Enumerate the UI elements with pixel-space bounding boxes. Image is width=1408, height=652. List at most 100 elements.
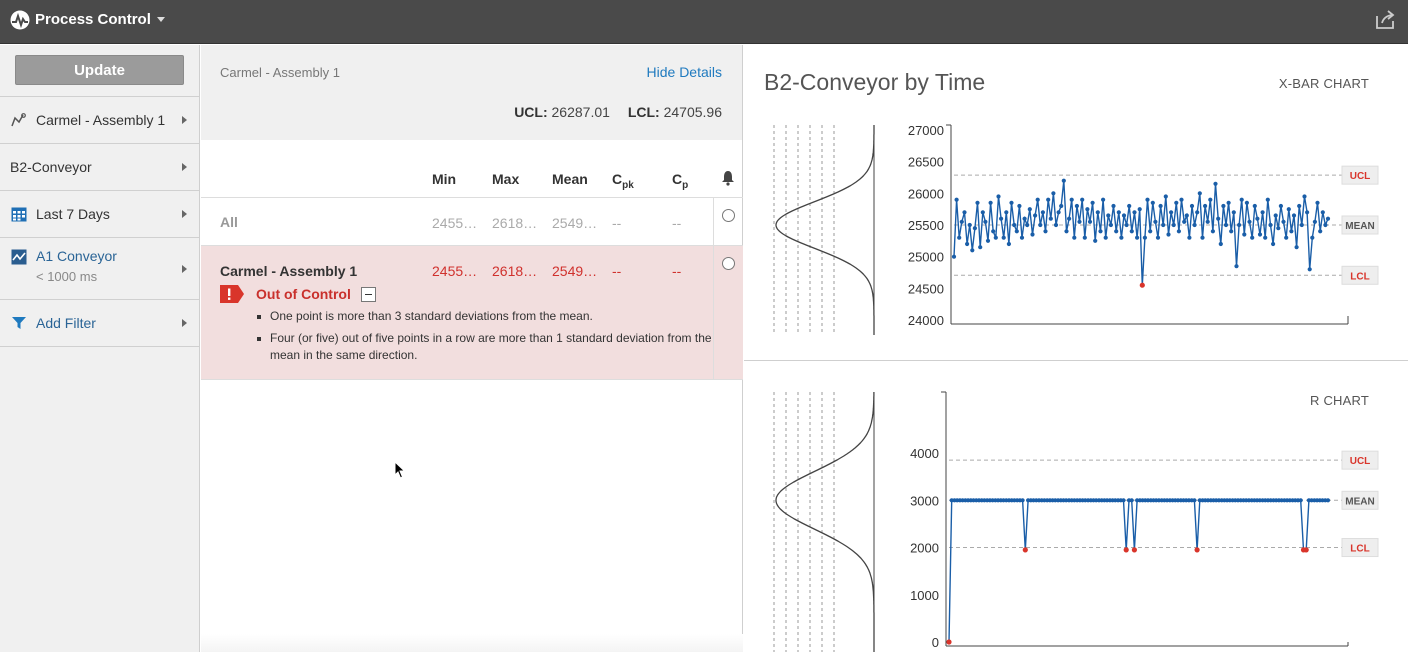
alert-radio[interactable] [722, 257, 735, 270]
status-text: Out of Control [256, 286, 351, 302]
cpk-label: C [612, 171, 623, 187]
column-header-cpk[interactable]: Cpk [612, 171, 634, 191]
ucl-value: 26287.01 [551, 104, 610, 120]
collapse-button[interactable] [360, 286, 376, 302]
data-point [1223, 222, 1229, 228]
control-charts[interactable]: 24000 24500 25000 25500 26000 26500 27000 UCL ME… [744, 45, 1408, 652]
alert-radio[interactable] [722, 209, 735, 222]
distribution-curve [775, 392, 875, 652]
column-header-max[interactable]: Max [492, 171, 519, 187]
data-point [1114, 229, 1119, 234]
table-row-out-of-control[interactable]: Carmel - Assembly 1 2455… 2618… 2549… --… [201, 246, 743, 380]
sidebar-item-metric[interactable]: A1 Conveyor < 1000 ms [0, 238, 199, 300]
violation-point [946, 639, 952, 645]
data-point [1216, 216, 1221, 221]
table-row[interactable]: All 2455… 2618… 2549… -- -- [201, 198, 743, 246]
data-point [1239, 197, 1244, 202]
y-tick-label: 0 [932, 635, 939, 650]
sidebar-item-text: A1 Conveyor < 1000 ms [36, 248, 117, 284]
data-point [1325, 216, 1331, 221]
data-point [996, 194, 1001, 199]
top-bar: Process Control [0, 0, 1408, 44]
data-point [983, 219, 988, 224]
data-point [1038, 222, 1043, 228]
data-point [965, 241, 970, 247]
sidebar-item-assembly[interactable]: Carmel - Assembly 1 [0, 97, 199, 144]
data-point [1064, 229, 1069, 234]
y-tick-label: 26500 [908, 155, 944, 170]
data-point [1294, 245, 1299, 250]
data-point [1278, 203, 1283, 209]
data-point [1119, 235, 1124, 240]
data-point [1101, 197, 1106, 202]
data-point [1179, 197, 1184, 202]
data-point [1284, 235, 1289, 240]
y-tick-label: 25000 [908, 250, 944, 265]
data-point [1043, 229, 1048, 234]
data-point [978, 245, 983, 250]
data-point [1289, 229, 1294, 234]
data-point [967, 222, 972, 228]
data-point [1103, 235, 1108, 240]
data-point [1082, 235, 1087, 240]
control-limits: UCL: 26287.01 LCL: 24705.96 [514, 104, 722, 120]
column-header-min[interactable]: Min [432, 171, 456, 187]
data-point [954, 197, 959, 202]
data-point [1166, 232, 1171, 237]
data-point [1014, 229, 1019, 234]
data-point [1325, 498, 1331, 503]
sidebar-item-conveyor[interactable]: B2-Conveyor [0, 144, 199, 191]
data-point [1150, 200, 1155, 205]
list-item: One point is more than 3 standard deviat… [255, 308, 715, 325]
series-line [948, 499, 1328, 643]
sidebar-item-date-range[interactable]: Last 7 Days [0, 191, 199, 238]
data-point [1087, 219, 1093, 224]
sidebar-item-label: A1 Conveyor [36, 248, 117, 264]
ucl-label: UCL: [514, 104, 548, 120]
data-point [1121, 498, 1126, 503]
data-point [1022, 216, 1027, 221]
data-point [1203, 203, 1208, 209]
data-point [1281, 219, 1286, 224]
export-icon[interactable] [1374, 9, 1396, 31]
data-point [1111, 203, 1116, 209]
panel-footer [201, 634, 743, 652]
sidebar-item-label: Last 7 Days [36, 206, 110, 222]
column-header-mean[interactable]: Mean [552, 171, 588, 187]
hide-details-link[interactable]: Hide Details [647, 64, 722, 80]
data-point [957, 235, 962, 240]
data-point [1291, 213, 1297, 218]
cpk-subscript: pk [622, 179, 634, 191]
y-tick-label: 27000 [908, 123, 944, 138]
ucl-tag: UCL [1350, 171, 1371, 182]
bell-icon[interactable] [721, 170, 735, 186]
lcl-tag: LCL [1350, 544, 1369, 555]
data-point [1257, 232, 1263, 237]
data-point [1158, 203, 1163, 209]
list-item: Four (or five) out of five points in a r… [255, 330, 715, 364]
data-point [1265, 197, 1270, 202]
data-point [1061, 178, 1066, 183]
data-point [1051, 191, 1056, 196]
app-title-menu[interactable]: Process Control [35, 11, 165, 28]
data-point [1069, 197, 1074, 202]
data-point [1012, 222, 1017, 228]
data-point [1229, 229, 1234, 234]
process-logo-icon[interactable] [10, 10, 30, 30]
update-button[interactable]: Update [15, 55, 184, 85]
data-point [1226, 200, 1231, 205]
sidebar-item-add-filter[interactable]: Add Filter [0, 300, 199, 347]
y-tick-label: 26000 [908, 186, 944, 201]
calendar-icon [10, 205, 28, 223]
data-point [1020, 498, 1025, 503]
column-header-cp[interactable]: Cp [672, 171, 688, 191]
data-point [1048, 216, 1053, 221]
data-point [1312, 219, 1317, 224]
data-point [1195, 210, 1200, 215]
y-tick-label: 3000 [910, 493, 939, 508]
data-point [1189, 203, 1195, 209]
cell-cpk: -- [612, 263, 622, 279]
data-point [988, 200, 993, 205]
data-point [1176, 229, 1181, 234]
lcl-label: LCL: [627, 104, 660, 120]
